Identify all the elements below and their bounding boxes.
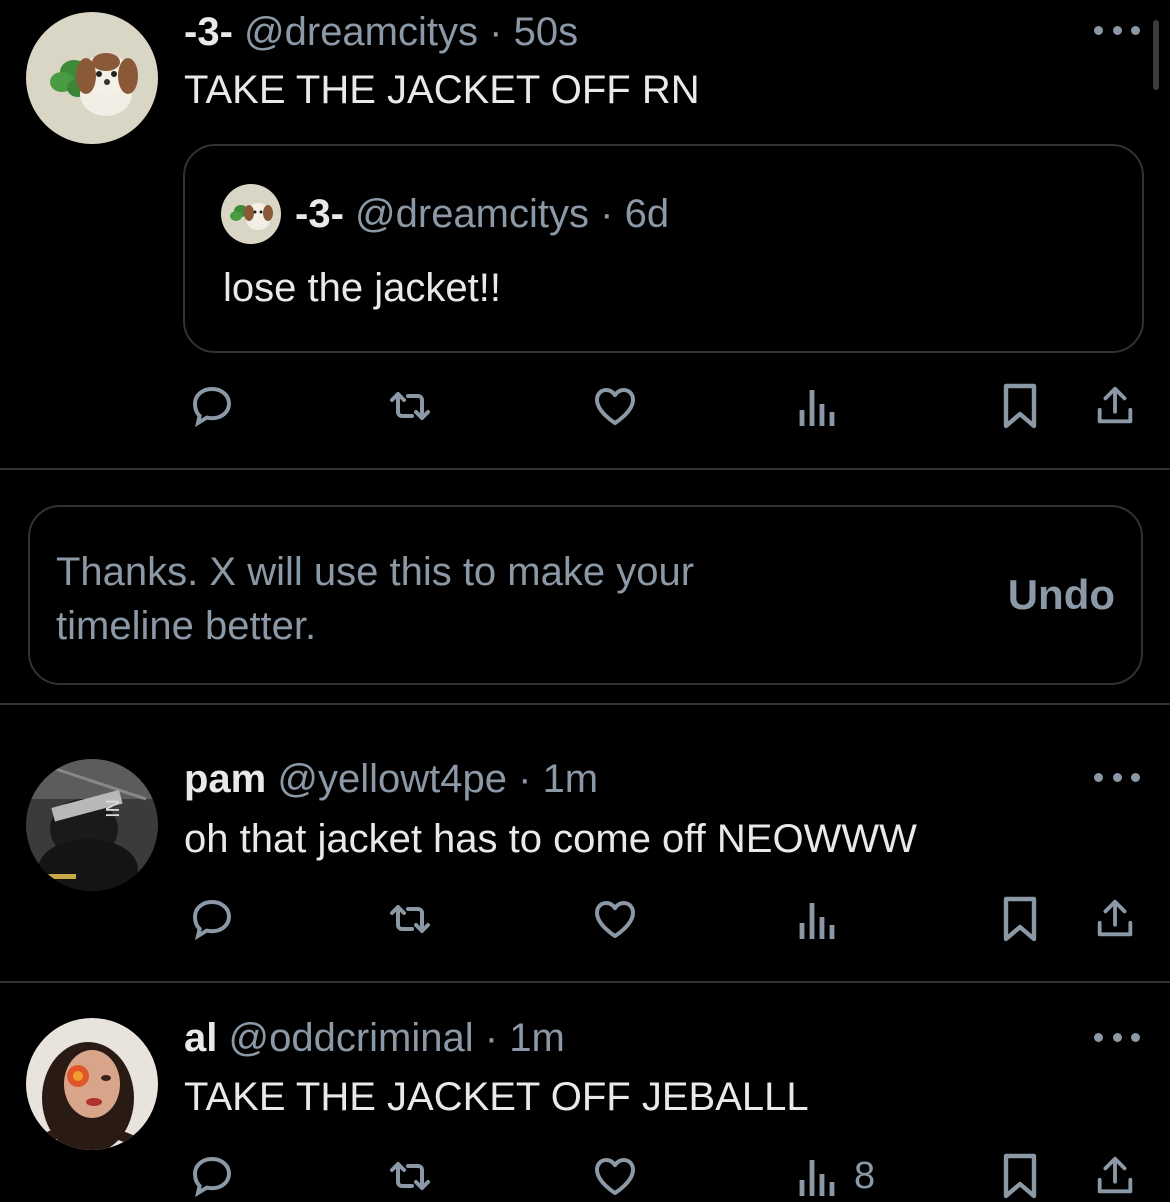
quoted-avatar — [221, 184, 281, 244]
views-icon — [799, 390, 835, 426]
post-header: pam @yellowt4pe · 1m — [184, 755, 598, 803]
post-text: TAKE THE JACKET OFF RN — [184, 68, 700, 112]
more-icon[interactable] — [1094, 22, 1140, 38]
username[interactable]: @dreamcitys — [244, 10, 478, 54]
quoted-post[interactable]: -3- @dreamcitys · 6d lose the jacket!! — [183, 144, 1144, 353]
heart-icon — [595, 388, 635, 425]
reply-button[interactable] — [188, 1150, 236, 1202]
like-button[interactable] — [590, 380, 640, 432]
repost-button[interactable] — [384, 380, 436, 432]
like-button[interactable] — [590, 893, 640, 945]
repost-icon — [390, 905, 430, 933]
views-icon — [799, 1160, 835, 1196]
share-icon — [1097, 386, 1133, 424]
share-button[interactable] — [1092, 893, 1138, 945]
reply-icon — [192, 899, 232, 941]
quoted-username: @dreamcitys — [355, 192, 589, 236]
post-oddcriminal[interactable]: al @oddcriminal · 1m TAKE THE JACKET OFF… — [0, 983, 1170, 1200]
post-yellowt4pe[interactable]: NI pam @yellowt4pe · 1m oh that jacket h… — [0, 705, 1170, 981]
undo-button[interactable]: Undo — [1008, 571, 1115, 619]
quoted-timestamp: 6d — [624, 192, 670, 236]
quoted-header: -3- @dreamcitys · 6d — [295, 190, 669, 238]
display-name[interactable]: -3- — [184, 10, 233, 54]
avatar-image — [26, 1018, 158, 1150]
timestamp[interactable]: 1m — [509, 1016, 565, 1060]
username[interactable]: @oddcriminal — [228, 1016, 473, 1060]
display-name[interactable]: pam — [184, 757, 266, 801]
more-icon[interactable] — [1094, 769, 1140, 785]
more-icon[interactable] — [1094, 1029, 1140, 1045]
username[interactable]: @yellowt4pe — [277, 757, 507, 801]
action-bar — [0, 380, 1170, 432]
post-header: al @oddcriminal · 1m — [184, 1014, 565, 1062]
action-bar — [0, 893, 1170, 945]
share-button[interactable] — [1092, 380, 1138, 432]
share-icon — [1097, 1156, 1133, 1194]
quoted-display-name: -3- — [295, 192, 344, 236]
bookmark-button[interactable] — [998, 380, 1042, 432]
post-text: TAKE THE JACKET OFF JEBALLL — [184, 1075, 809, 1119]
repost-button[interactable] — [384, 1150, 436, 1202]
reply-button[interactable] — [188, 893, 236, 945]
action-bar: 8 — [0, 1150, 1170, 1202]
views-button[interactable] — [796, 893, 854, 945]
views-button[interactable]: 8 — [796, 1150, 875, 1202]
bookmark-icon — [1003, 383, 1037, 429]
separator: · — [489, 10, 503, 54]
scrollbar[interactable] — [1153, 20, 1159, 90]
heart-icon — [595, 1158, 635, 1195]
bookmark-icon — [1003, 1153, 1037, 1199]
quoted-text: lose the jacket!! — [223, 266, 501, 310]
share-icon — [1097, 899, 1133, 937]
heart-icon — [595, 901, 635, 938]
views-icon — [799, 903, 835, 939]
reply-icon — [192, 386, 232, 428]
bookmark-icon — [1003, 896, 1037, 942]
timestamp[interactable]: 50s — [514, 10, 579, 54]
avatar[interactable] — [26, 12, 158, 144]
separator: · — [484, 1016, 499, 1060]
reply-icon — [192, 1156, 232, 1198]
views-count: 8 — [854, 1154, 876, 1197]
display-name[interactable]: al — [184, 1016, 217, 1060]
notice-text: Thanks. X will use this to make your tim… — [56, 550, 695, 648]
avatar-image: NI — [26, 759, 158, 891]
timestamp[interactable]: 1m — [543, 757, 599, 801]
feedback-notice: Thanks. X will use this to make your tim… — [28, 505, 1143, 685]
post-header: -3- @dreamcitys · 50s — [184, 8, 578, 56]
views-button[interactable] — [796, 380, 854, 432]
repost-icon — [390, 392, 430, 420]
divider — [0, 468, 1170, 470]
post-text: oh that jacket has to come off NEOWWW — [184, 817, 917, 861]
reply-button[interactable] — [188, 380, 236, 432]
quoted-avatar-image — [221, 184, 281, 244]
separator: · — [600, 192, 614, 236]
repost-button[interactable] — [384, 893, 436, 945]
svg-text:NI: NI — [101, 799, 122, 818]
avatar[interactable] — [26, 1018, 158, 1150]
avatar[interactable]: NI — [26, 759, 158, 891]
bookmark-button[interactable] — [998, 893, 1042, 945]
avatar-image — [26, 12, 158, 144]
separator: · — [518, 757, 532, 801]
share-button[interactable] — [1092, 1150, 1138, 1202]
post-dreamcitys[interactable]: -3- @dreamcitys · 50s TAKE THE JACKET OF… — [0, 0, 1170, 470]
repost-icon — [390, 1162, 430, 1190]
like-button[interactable] — [590, 1150, 640, 1202]
bookmark-button[interactable] — [998, 1150, 1042, 1202]
